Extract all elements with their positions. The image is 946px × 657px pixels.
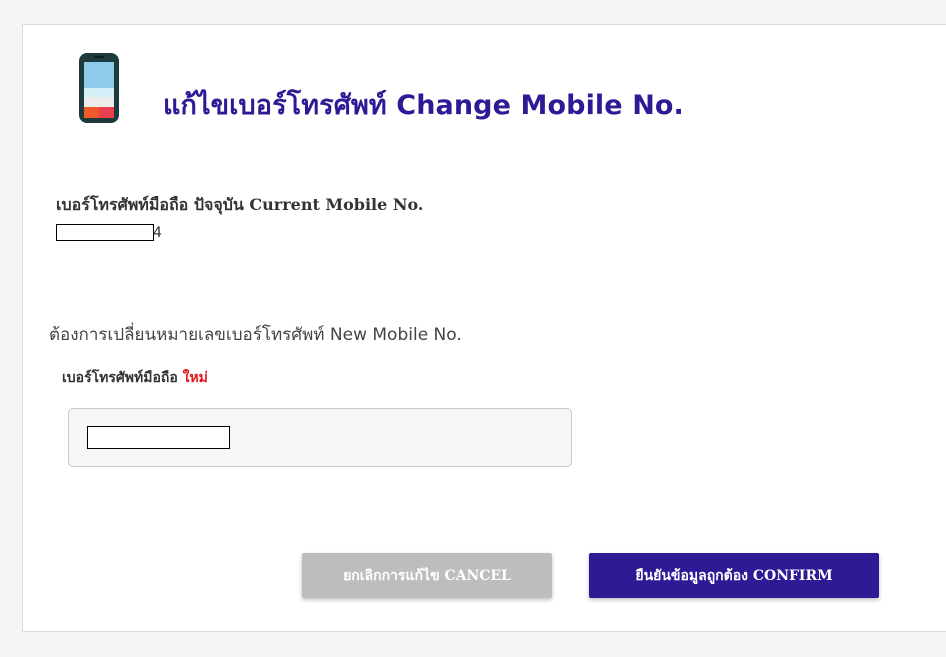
new-mobile-label-text: เบอร์โทรศัพท์มือถือ (62, 370, 178, 386)
page-title: แก้ไขเบอร์โทรศัพท์ Change Mobile No. (163, 90, 684, 121)
mobile-phone-icon (79, 53, 119, 123)
current-mobile-suffix: 4 (153, 224, 162, 241)
new-mobile-heading: ต้องการเปลี่ยนหมายเลขเบอร์โทรศัพท์ New M… (49, 325, 462, 345)
new-mobile-label-accent: ใหม่ (182, 370, 208, 386)
current-mobile-value: 4 (56, 224, 162, 241)
change-mobile-card: แก้ไขเบอร์โทรศัพท์ Change Mobile No. เบอ… (22, 24, 946, 632)
redacted-input-value (87, 426, 230, 449)
new-mobile-input[interactable] (68, 408, 572, 467)
redacted-number-box (56, 224, 154, 241)
new-mobile-label: เบอร์โทรศัพท์มือถือ ใหม่ (62, 367, 208, 389)
cancel-button[interactable]: ยกเลิกการแก้ไข CANCEL (302, 553, 552, 598)
current-mobile-label: เบอร์โทรศัพท์มือถือ ปัจจุบัน Current Mob… (56, 195, 424, 214)
confirm-button[interactable]: ยืนยันข้อมูลถูกต้อง CONFIRM (589, 553, 879, 598)
